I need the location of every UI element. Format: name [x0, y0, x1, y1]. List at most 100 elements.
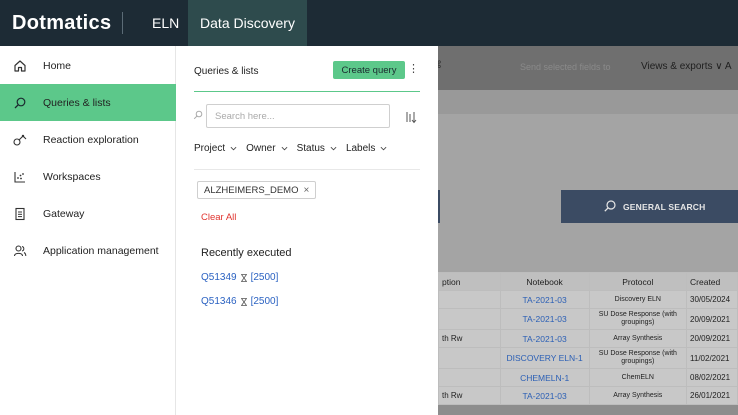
background-button-edge [438, 190, 440, 223]
sidebar-item-home[interactable]: Home [0, 47, 176, 84]
logo-text: Dotmatics [12, 11, 112, 34]
cell-created: 30/05/2024 [686, 290, 738, 309]
views-exports-menu: Views & exports ∨ A [641, 61, 732, 72]
hourglass-icon [240, 297, 247, 306]
cell-notebook: TA-2021-03 [499, 290, 590, 309]
search-box [206, 104, 390, 128]
recent-query-item[interactable]: Q51349 [2500] [201, 272, 278, 283]
search-icon [604, 200, 616, 212]
background-band [438, 90, 738, 114]
clear-all-link[interactable]: Clear All [201, 212, 236, 223]
background-toolbar: ⌘ Send selected fields to Views & export… [438, 46, 738, 90]
sidebar-item-label: Home [43, 59, 72, 72]
filter-labels[interactable]: Labels [346, 143, 387, 154]
cell-created: 20/09/2021 [686, 329, 738, 348]
panel-title: Queries & lists [194, 66, 259, 77]
filter-divider [194, 169, 420, 170]
cell-notebook: DISCOVERY ELN-1 [499, 347, 590, 369]
query-count: [2500] [250, 272, 279, 283]
cell-protocol: Array Synthesis [588, 329, 688, 348]
create-query-button[interactable]: Create query [333, 61, 405, 79]
general-search-button: GENERAL SEARCH [561, 190, 738, 223]
cell-protocol: SU Dose Response (with groupings) [588, 347, 688, 369]
topbar-divider [122, 12, 123, 34]
results-table: ption Notebook Protocol Created TA-2021-… [438, 272, 738, 405]
cell-description: th Rw [438, 329, 501, 348]
filter-bar: Project Owner Status Labels [194, 143, 396, 154]
sidebar-item-gateway[interactable]: Gateway [0, 195, 176, 232]
chip-label: ALZHEIMERS_DEMO [204, 184, 299, 196]
send-selected-fields: Send selected fields to [520, 62, 611, 72]
cell-notebook: CHEMELN-1 [499, 368, 590, 387]
cell-created: 08/02/2021 [686, 368, 738, 387]
search-input[interactable] [215, 109, 383, 123]
tab-data-discovery[interactable]: Data Discovery [188, 0, 307, 46]
filter-label: Project [194, 143, 226, 154]
col-header-description: ption [438, 272, 501, 291]
views-exports-label: Views & exports [641, 61, 713, 72]
recently-executed-heading: Recently executed [201, 247, 292, 259]
filter-label: Owner [246, 143, 276, 154]
project-chip: ALZHEIMERS_DEMO × [197, 181, 317, 199]
cell-description [438, 308, 501, 330]
cell-description [438, 347, 501, 369]
background-content: ⌘ Send selected fields to Views & export… [438, 46, 738, 415]
search-icon [193, 110, 203, 120]
table-row: th Rw TA-2021-03 Array Synthesis 26/01/2… [438, 386, 738, 405]
cell-notebook: TA-2021-03 [499, 329, 590, 348]
document-icon [12, 206, 28, 222]
home-icon [12, 58, 28, 74]
filter-project[interactable]: Project [194, 143, 237, 154]
table-row: TA-2021-03 SU Dose Response (with groupi… [438, 308, 738, 330]
cell-protocol: ChemELN [588, 368, 688, 387]
chevron-down-icon [330, 146, 337, 151]
panel-title-underline [194, 91, 420, 92]
general-search-label: GENERAL SEARCH [623, 201, 706, 212]
filter-status[interactable]: Status [297, 143, 337, 154]
sidebar-item-label: Gateway [43, 207, 85, 220]
sidebar-item-workspaces[interactable]: Workspaces [0, 158, 176, 195]
top-bar: Dotmatics ELN Data Discovery [0, 0, 738, 46]
reaction-icon [12, 132, 28, 148]
recent-query-item[interactable]: Q51346 [2500] [201, 296, 278, 307]
query-id: Q51346 [201, 296, 237, 307]
col-header-protocol: Protocol [588, 272, 688, 291]
views-suffix-label: A [724, 61, 732, 72]
table-row: CHEMELN-1 ChemELN 08/02/2021 [438, 368, 738, 387]
table-header-row: ption Notebook Protocol Created [438, 272, 738, 291]
users-icon [12, 243, 28, 259]
hourglass-icon [240, 273, 247, 282]
sidebar-item-label: Reaction exploration [43, 133, 139, 146]
sort-icon[interactable] [404, 110, 418, 124]
cell-notebook: TA-2021-03 [499, 308, 590, 330]
sidebar-item-label: Queries & lists [43, 96, 111, 109]
chevron-down-icon [380, 146, 387, 151]
chevron-down-icon [281, 146, 288, 151]
chevron-down-icon [230, 146, 237, 151]
cell-created: 20/09/2021 [686, 308, 738, 330]
dotmatics-logo[interactable]: Dotmatics [12, 10, 111, 36]
eln-link[interactable]: ELN [152, 15, 179, 31]
sidebar-item-reaction-exploration[interactable]: Reaction exploration [0, 121, 176, 158]
filter-label: Labels [345, 143, 376, 154]
cell-created: 11/02/2021 [686, 347, 738, 369]
sidebar-item-application-management[interactable]: Application management [0, 232, 176, 269]
cell-notebook: TA-2021-03 [499, 386, 590, 405]
cell-protocol: Array Synthesis [588, 386, 688, 405]
table-row: TA-2021-03 Discovery ELN 30/05/2024 [438, 290, 738, 309]
more-options-icon[interactable]: ⋮ [408, 62, 419, 75]
pin-icon: ⌘ [438, 60, 442, 71]
close-icon[interactable]: × [304, 185, 310, 196]
sidebar-item-queries-lists[interactable]: Queries & lists [0, 84, 176, 121]
cell-description [438, 290, 501, 309]
col-header-notebook: Notebook [499, 272, 590, 291]
cell-description [438, 368, 501, 387]
cell-description: th Rw [438, 386, 501, 405]
cell-protocol: Discovery ELN [588, 290, 688, 309]
sidebar: Home Queries & lists Reaction exploratio… [0, 46, 176, 415]
filter-label: Status [296, 143, 325, 154]
query-id: Q51349 [201, 272, 237, 283]
query-count: [2500] [250, 296, 279, 307]
filter-owner[interactable]: Owner [246, 143, 288, 154]
col-header-created: Created [686, 272, 738, 291]
